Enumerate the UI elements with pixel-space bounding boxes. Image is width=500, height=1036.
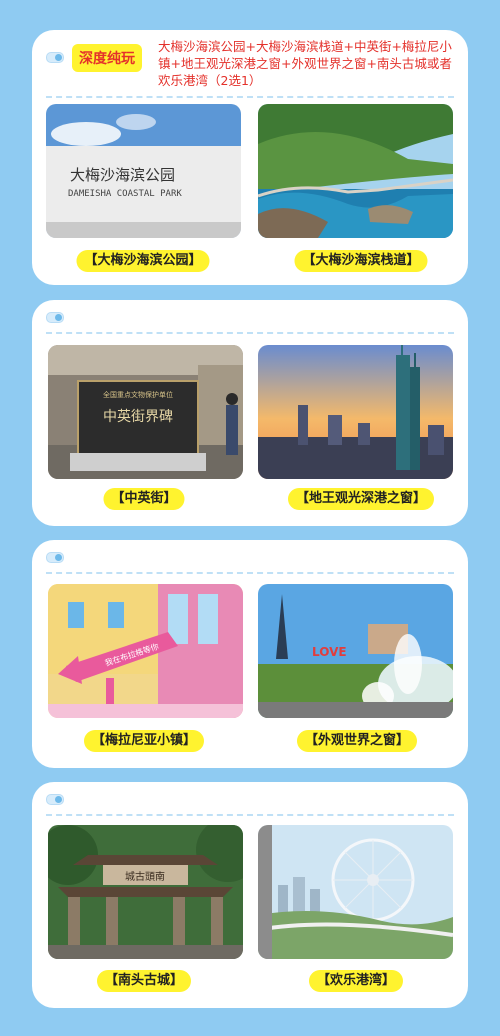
photo-happy-harbor <box>258 825 453 959</box>
divider <box>46 572 454 574</box>
route-card-4: 城古頭南 【南头古城】 【欢乐港湾】 <box>32 782 468 1008</box>
photo-dameisha-boardwalk <box>258 104 453 238</box>
photo-dameisha-park: 大梅沙海滨公园 DAMEISHA COASTAL PARK <box>46 104 241 238</box>
toggle-icon <box>46 312 64 323</box>
gate-plaque-text: 城古頭南 <box>125 870 165 883</box>
label-diwang-tower: 【地王观光深港之窗】 <box>287 488 435 510</box>
divider <box>46 814 454 816</box>
label-melania-town: 【梅拉尼亚小镇】 <box>83 730 205 752</box>
label-window-of-world: 【外观世界之窗】 <box>296 730 418 752</box>
toggle-icon <box>46 52 64 63</box>
label-dameisha-boardwalk: 【大梅沙海滨栈道】 <box>294 250 428 272</box>
route-card-3: 我在布拉格等你 LOVE 【梅拉尼亚小镇】 【外观世界之窗】 <box>32 540 468 768</box>
toggle-icon <box>46 794 64 805</box>
plaque-small-text: 全国重点文物保护单位 <box>103 390 173 399</box>
toggle-icon <box>46 552 64 563</box>
route-card-2: 全国重点文物保护单位 中英街界碑 【中英街】 【地王观光深港之窗】 <box>32 300 468 526</box>
route-description: 大梅沙海滨公园+大梅沙海滨栈道+中英街+梅拉尼小镇+地王观光深港之窗+外观世界之… <box>158 39 452 88</box>
park-sign-text: 大梅沙海滨公园 <box>70 166 175 184</box>
label-zhongying-street: 【中英街】 <box>103 488 185 510</box>
label-nantou-ancient-city: 【南头古城】 <box>96 970 192 992</box>
park-sign-subtext: DAMEISHA COASTAL PARK <box>68 189 182 199</box>
divider <box>46 96 454 98</box>
itinerary-page: 深度纯玩 大梅沙海滨公园+大梅沙海滨栈道+中英街+梅拉尼小镇+地王观光深港之窗+… <box>0 0 500 1036</box>
love-sign-text: LOVE <box>312 645 347 659</box>
photo-window-of-world: LOVE <box>258 584 453 718</box>
photo-melania-town: 我在布拉格等你 <box>48 584 243 718</box>
label-dameisha-park: 【大梅沙海滨公园】 <box>76 250 210 272</box>
route-badge: 深度纯玩 <box>72 44 142 72</box>
label-happy-harbor: 【欢乐港湾】 <box>308 970 404 992</box>
photo-zhongying-street: 全国重点文物保护单位 中英街界碑 <box>48 345 243 479</box>
divider <box>46 332 454 334</box>
plaque-title-text: 中英街界碑 <box>103 408 173 425</box>
photo-diwang-tower <box>258 345 453 479</box>
route-card-1: 深度纯玩 大梅沙海滨公园+大梅沙海滨栈道+中英街+梅拉尼小镇+地王观光深港之窗+… <box>32 30 468 285</box>
photo-nantou-ancient-city: 城古頭南 <box>48 825 243 959</box>
